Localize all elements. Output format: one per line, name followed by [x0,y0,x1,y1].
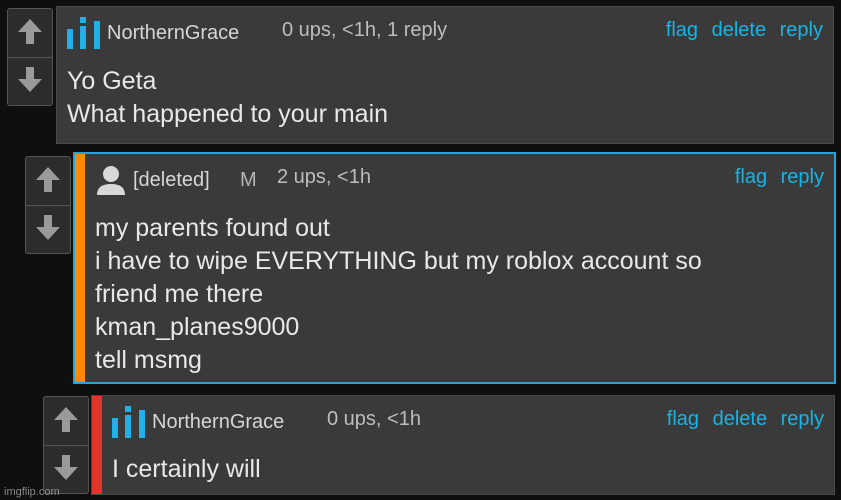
delete-link[interactable]: delete [713,408,768,430]
downvote-button[interactable] [26,205,70,250]
reply-link[interactable]: reply [781,408,824,430]
upvote-button[interactable] [26,157,70,201]
down-arrow-icon [36,215,60,240]
upvote-button[interactable] [8,9,52,53]
comment-line: kman_planes9000 [95,313,300,341]
vote-panel-2 [25,156,71,254]
up-arrow-icon [18,19,42,44]
comment-line: I certainly will [112,455,261,483]
downvote-button[interactable] [8,57,52,102]
comment-actions: flag reply [727,166,824,189]
comment-line: tell msmg [95,346,202,374]
comment-actions: flag delete reply [658,19,823,42]
up-arrow-icon [36,167,60,192]
downvote-button[interactable] [44,445,88,490]
comment-1: NorthernGrace 0 ups, <1h, 1 reply flag d… [56,6,834,144]
comment-line: What happened to your main [67,100,389,128]
reply-link[interactable]: reply [781,166,824,188]
comment-line: my parents found out [95,214,330,242]
vote-panel-3 [43,396,89,494]
thread-bar [75,154,85,382]
upvote-button[interactable] [44,397,88,441]
flag-link[interactable]: flag [667,408,699,430]
comment-3: NorthernGrace 0 ups, <1h flag delete rep… [91,395,835,495]
comment-line: i have to wipe EVERYTHING but my roblox … [95,247,702,275]
username[interactable]: NorthernGrace [152,411,284,434]
comment-line: Yo Geta [67,67,157,95]
reply-link[interactable]: reply [780,19,823,41]
watermark: imgflip.com [4,486,60,498]
down-arrow-icon [18,67,42,92]
vote-panel-1 [7,8,53,106]
up-arrow-icon [54,407,78,432]
comment-body: Yo Geta What happened to your main [67,65,823,131]
flag-link[interactable]: flag [666,19,698,41]
comment-actions: flag delete reply [659,408,824,431]
comment-header: NorthernGrace 0 ups, <1h, 1 reply flag d… [67,17,823,49]
comment-line: friend me there [95,280,264,308]
username[interactable]: [deleted] [133,169,210,192]
user-badge: M [240,169,257,191]
username[interactable]: NorthernGrace [107,22,239,45]
comment-body: I certainly will [112,453,824,486]
comment-2: [deleted] M 2 ups, <1h flag reply my par… [73,152,836,384]
default-avatar-icon [97,166,125,195]
comment-header: NorthernGrace 0 ups, <1h flag delete rep… [112,406,824,438]
delete-link[interactable]: delete [712,19,767,41]
northerngrace-bars-logo [67,17,100,49]
comment-meta: 0 ups, <1h [327,408,421,430]
flag-link[interactable]: flag [735,166,767,188]
down-arrow-icon [54,455,78,480]
comment-meta: 2 ups, <1h [277,166,371,188]
comment-header: [deleted] M 2 ups, <1h flag reply [95,164,824,195]
thread-bar [92,396,102,494]
northerngrace-bars-logo [112,406,145,438]
comment-meta: 0 ups, <1h, 1 reply [282,19,448,41]
comment-body: my parents found out i have to wipe EVER… [95,212,824,377]
